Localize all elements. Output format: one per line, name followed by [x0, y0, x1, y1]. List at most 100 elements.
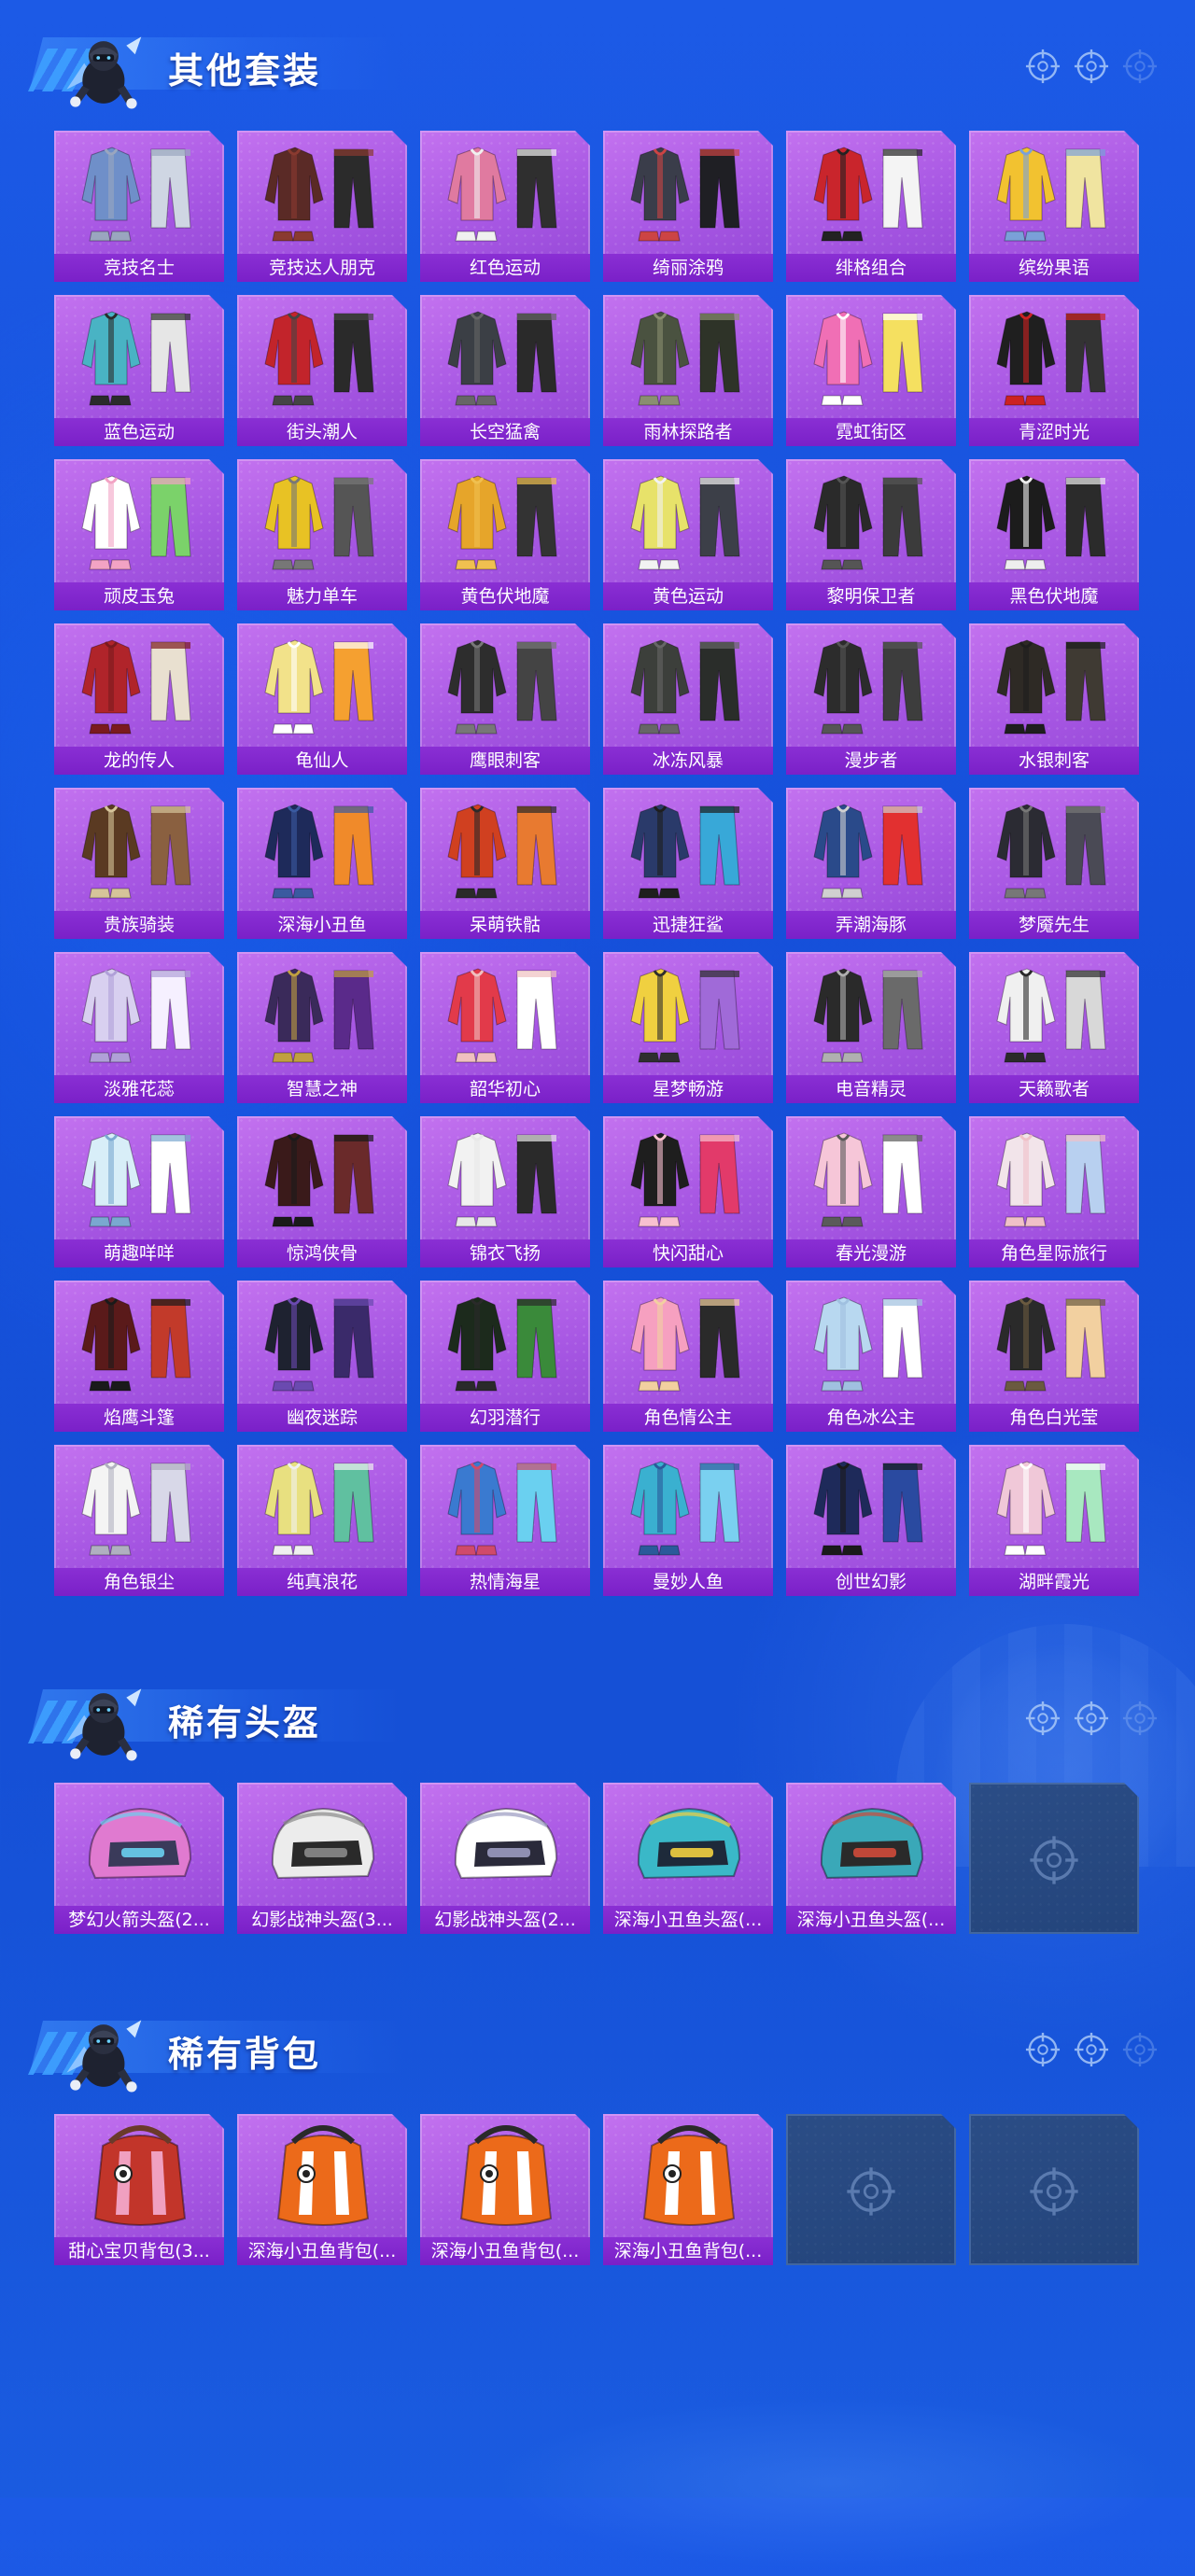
item-card[interactable]: 角色情公主: [603, 1281, 773, 1432]
item-card[interactable]: 幻影战神头盔(2...: [420, 1783, 590, 1934]
item-label: 顽皮玉兔: [54, 582, 224, 610]
item-card[interactable]: 漫步者: [786, 623, 956, 775]
item-card[interactable]: 黄色伏地魔: [420, 459, 590, 610]
item-card[interactable]: 角色白光莹: [969, 1281, 1139, 1432]
item-card[interactable]: 深海小丑鱼背包(...: [237, 2114, 407, 2265]
item-card[interactable]: 绯格组合: [786, 131, 956, 282]
item-label: 冰冻风暴: [603, 747, 773, 775]
item-card[interactable]: 淡雅花蕊: [54, 952, 224, 1103]
item-card[interactable]: 快闪甜心: [603, 1116, 773, 1267]
item-label: 春光漫游: [786, 1239, 956, 1267]
item-card[interactable]: 曼妙人鱼: [603, 1445, 773, 1596]
item-card[interactable]: 冰冻风暴: [603, 623, 773, 775]
item-card[interactable]: 街头潮人: [237, 295, 407, 446]
item-card[interactable]: 星梦畅游: [603, 952, 773, 1103]
item-card[interactable]: 绮丽涂鸦: [603, 131, 773, 282]
item-label: 幻影战神头盔(3...: [237, 1906, 407, 1934]
item-card[interactable]: 龙的传人: [54, 623, 224, 775]
outfit-image: [603, 1284, 773, 1402]
item-card[interactable]: 弄潮海豚: [786, 788, 956, 939]
item-card[interactable]: 贵族骑装: [54, 788, 224, 939]
item-card[interactable]: 焰鹰斗篷: [54, 1281, 224, 1432]
item-card[interactable]: 梦魇先生: [969, 788, 1139, 939]
item-card[interactable]: 魅力单车: [237, 459, 407, 610]
item-label: 角色冰公主: [786, 1404, 956, 1432]
crosshair-icon: [1025, 2032, 1061, 2067]
outfit-image: [603, 627, 773, 745]
item-card[interactable]: 萌趣咩咩: [54, 1116, 224, 1267]
item-card[interactable]: 水银刺客: [969, 623, 1139, 775]
item-card[interactable]: 韶华初心: [420, 952, 590, 1103]
item-card[interactable]: 龟仙人: [237, 623, 407, 775]
item-card[interactable]: 惊鸿侠骨: [237, 1116, 407, 1267]
outfit-image: [54, 791, 224, 909]
item-card[interactable]: 幻羽潜行: [420, 1281, 590, 1432]
item-card[interactable]: 热情海星: [420, 1445, 590, 1596]
section-header: 稀有头盔: [0, 1652, 1195, 1761]
item-label: 青涩时光: [969, 418, 1139, 446]
item-card[interactable]: 甜心宝贝背包(3...: [54, 2114, 224, 2265]
page: 其他套装 竞技名士 竞技达人朋克 红色运动 绮丽涂鸦 绯格组合 缤纷果语 蓝色运…: [0, 0, 1195, 2576]
item-card[interactable]: 霓虹街区: [786, 295, 956, 446]
item-card[interactable]: 深海小丑鱼头盔(...: [603, 1783, 773, 1934]
item-card[interactable]: 缤纷果语: [969, 131, 1139, 282]
item-card[interactable]: 深海小丑鱼背包(...: [603, 2114, 773, 2265]
item-card[interactable]: 梦幻火箭头盔(2...: [54, 1783, 224, 1934]
item-card[interactable]: 黑色伏地魔: [969, 459, 1139, 610]
helmet-image: [237, 1786, 407, 1904]
mascot-icon: [66, 2020, 142, 2093]
item-card[interactable]: 深海小丑鱼头盔(...: [786, 1783, 956, 1934]
item-card[interactable]: 深海小丑鱼: [237, 788, 407, 939]
item-card[interactable]: 春光漫游: [786, 1116, 956, 1267]
item-label: 幻影战神头盔(2...: [420, 1906, 590, 1934]
item-label: 热情海星: [420, 1568, 590, 1596]
item-card[interactable]: 湖畔霞光: [969, 1445, 1139, 1596]
item-card[interactable]: 竞技达人朋克: [237, 131, 407, 282]
item-label: 深海小丑鱼背包(...: [237, 2237, 407, 2265]
item-label: 纯真浪花: [237, 1568, 407, 1596]
backpack-image: [237, 2118, 407, 2235]
item-card[interactable]: 幽夜迷踪: [237, 1281, 407, 1432]
item-card[interactable]: 深海小丑鱼背包(...: [420, 2114, 590, 2265]
item-card[interactable]: 蓝色运动: [54, 295, 224, 446]
item-label: 淡雅花蕊: [54, 1075, 224, 1103]
item-card[interactable]: 天籁歌者: [969, 952, 1139, 1103]
section-header: 稀有背包: [0, 1983, 1195, 2093]
outfit-image: [54, 299, 224, 416]
outfit-image: [420, 1284, 590, 1402]
item-label: 黄色伏地魔: [420, 582, 590, 610]
backpack-image: [54, 2118, 224, 2235]
item-card[interactable]: 竞技名士: [54, 131, 224, 282]
item-card[interactable]: 智慧之神: [237, 952, 407, 1103]
item-card[interactable]: 创世幻影: [786, 1445, 956, 1596]
item-label: 角色白光莹: [969, 1404, 1139, 1432]
outfit-image: [786, 627, 956, 745]
item-card[interactable]: 雨林探路者: [603, 295, 773, 446]
item-card[interactable]: 锦衣飞扬: [420, 1116, 590, 1267]
item-label: 鹰眼刺客: [420, 747, 590, 775]
item-label: 街头潮人: [237, 418, 407, 446]
outfit-image: [786, 1120, 956, 1238]
outfit-image: [786, 134, 956, 252]
item-card[interactable]: 青涩时光: [969, 295, 1139, 446]
item-card[interactable]: 黄色运动: [603, 459, 773, 610]
item-card[interactable]: 电音精灵: [786, 952, 956, 1103]
item-card[interactable]: 顽皮玉兔: [54, 459, 224, 610]
outfit-image: [237, 956, 407, 1073]
item-card[interactable]: 长空猛禽: [420, 295, 590, 446]
item-card[interactable]: 幻影战神头盔(3...: [237, 1783, 407, 1934]
item-card[interactable]: 角色星际旅行: [969, 1116, 1139, 1267]
item-card[interactable]: 黎明保卫者: [786, 459, 956, 610]
crosshair-icon: [1122, 1701, 1158, 1736]
item-label: 深海小丑鱼背包(...: [603, 2237, 773, 2265]
item-card[interactable]: 鹰眼刺客: [420, 623, 590, 775]
item-card[interactable]: 红色运动: [420, 131, 590, 282]
item-card[interactable]: 呆萌铁骷: [420, 788, 590, 939]
item-card[interactable]: 角色冰公主: [786, 1281, 956, 1432]
item-card[interactable]: 迅捷狂鲨: [603, 788, 773, 939]
item-label: 角色星际旅行: [969, 1239, 1139, 1267]
item-card[interactable]: 角色银尘: [54, 1445, 224, 1596]
helmet-image: [603, 1786, 773, 1904]
item-card[interactable]: 纯真浪花: [237, 1445, 407, 1596]
item-label: 漫步者: [786, 747, 956, 775]
